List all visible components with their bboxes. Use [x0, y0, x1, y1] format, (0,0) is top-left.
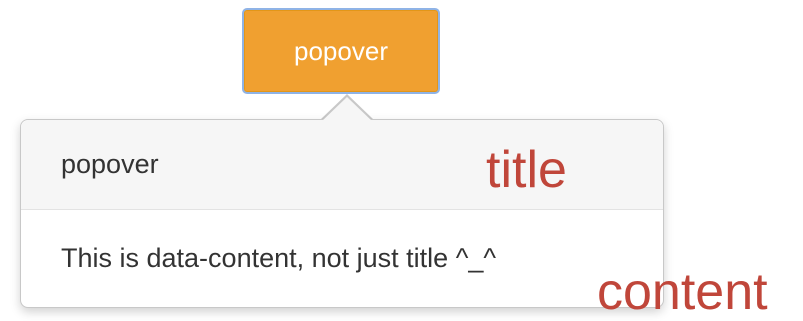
annotation-content-label: content [597, 263, 768, 321]
stage: popover popover This is data-content, no… [0, 0, 803, 321]
popover-arrow-fill [322, 97, 372, 121]
popover-content: This is data-content, not just title ^_^ [61, 243, 497, 273]
annotation-title-label: title [486, 141, 567, 199]
popover: popover This is data-content, not just t… [20, 119, 664, 308]
popover-trigger-button[interactable]: popover [242, 8, 440, 94]
